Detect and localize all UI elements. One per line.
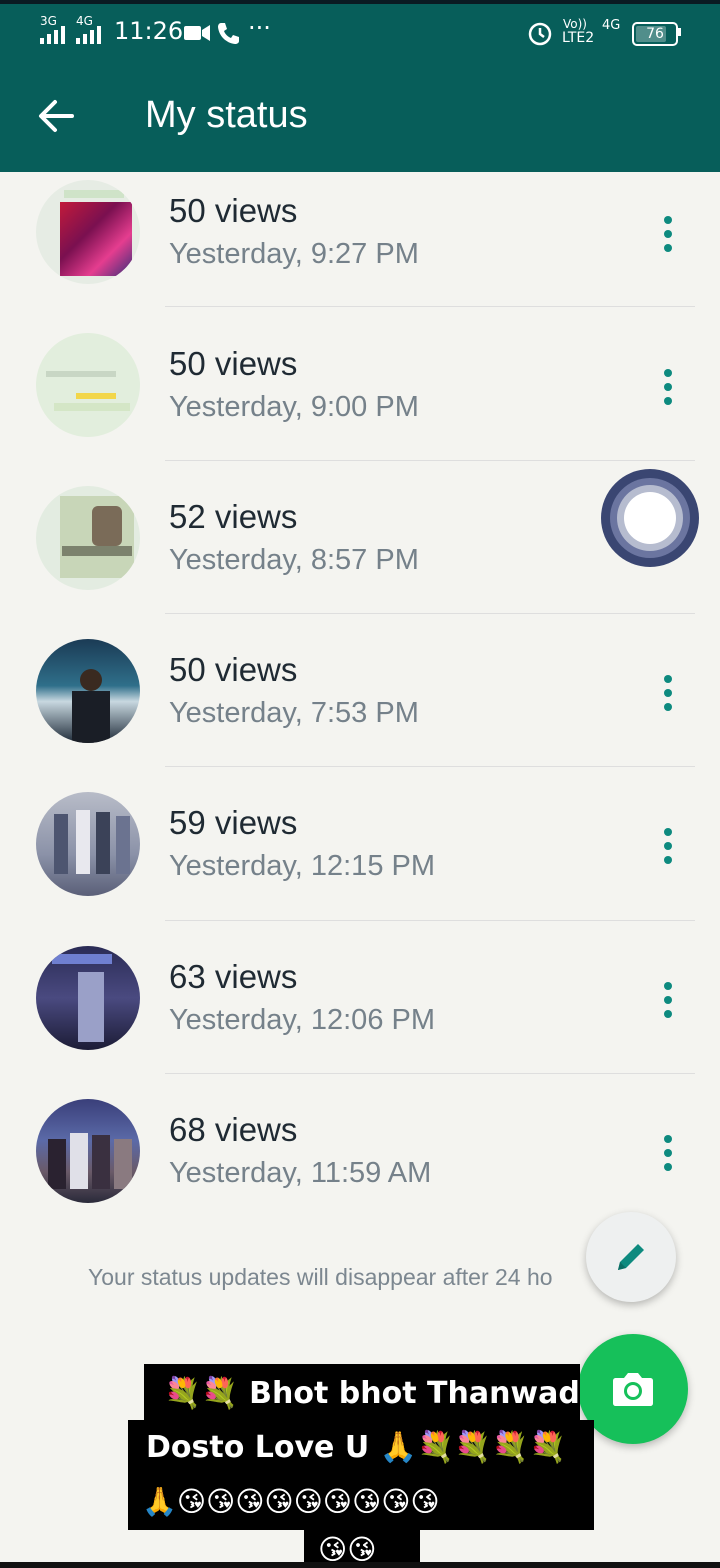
camera-icon: [613, 1373, 653, 1406]
view-count: 50 views: [169, 192, 298, 229]
more-options-button[interactable]: [648, 669, 688, 717]
view-count: 59 views: [169, 804, 298, 841]
status-thumbnail[interactable]: [36, 639, 140, 743]
battery-tip: [677, 28, 681, 36]
divider: [165, 920, 695, 921]
divider: [165, 613, 695, 614]
status-row[interactable]: 63 views Yesterday, 12:06 PM: [0, 938, 720, 1091]
page-title: My status: [145, 94, 308, 136]
more-options-button[interactable]: [648, 363, 688, 411]
caption-line-2: Dosto Love U 🙏💐💐💐💐: [128, 1420, 594, 1476]
view-count: 50 views: [169, 345, 298, 382]
more-options-button[interactable]: [648, 976, 688, 1024]
view-count: 63 views: [169, 958, 298, 995]
status-thumbnail[interactable]: [36, 333, 140, 437]
status-row[interactable]: 50 views Yesterday, 9:00 PM: [0, 325, 720, 478]
more-notifications-icon: ···: [248, 14, 271, 42]
status-time: Yesterday, 9:27 PM: [169, 238, 419, 270]
battery-icon: 76: [632, 22, 678, 46]
caption-line-1: 💐💐 Bhot bhot Thanwad: [144, 1364, 580, 1424]
status-thumbnail[interactable]: [36, 486, 140, 590]
network-type-2: 4G: [76, 14, 93, 28]
text-status-button[interactable]: [586, 1212, 676, 1302]
status-thumbnail[interactable]: [36, 792, 140, 896]
network-type-3: 4G: [602, 18, 621, 33]
view-count: 52 views: [169, 498, 298, 535]
battery-level: 76: [646, 26, 664, 42]
disappear-notice: Your status updates will disappear after…: [88, 1264, 553, 1290]
lte-label: LTE2: [562, 30, 595, 46]
status-thumbnail[interactable]: [36, 1099, 140, 1203]
clock: 11:26: [114, 17, 184, 45]
camera-status-button[interactable]: [578, 1334, 688, 1444]
status-time: Yesterday, 7:53 PM: [169, 697, 419, 729]
divider: [165, 306, 695, 307]
video-call-icon: [184, 25, 210, 41]
status-time: Yesterday, 12:06 PM: [169, 1004, 435, 1036]
more-options-button[interactable]: [648, 1129, 688, 1177]
status-thumbnail[interactable]: [36, 946, 140, 1050]
status-time: Yesterday, 8:57 PM: [169, 544, 419, 576]
status-row[interactable]: 50 views Yesterday, 7:53 PM: [0, 631, 720, 784]
pencil-icon: [618, 1244, 644, 1270]
system-status-bar: 3G 4G 11:26 ··· Vo)) LTE2 4G 76: [0, 0, 720, 60]
app-bar: My status: [0, 60, 720, 172]
arrow-left-icon: [39, 100, 74, 132]
divider: [165, 1073, 695, 1074]
divider: [165, 766, 695, 767]
phone-call-icon: [218, 23, 239, 44]
network-type-1: 3G: [40, 14, 57, 28]
status-row[interactable]: 59 views Yesterday, 12:15 PM: [0, 784, 720, 937]
divider: [165, 460, 695, 461]
status-thumbnail[interactable]: [36, 180, 140, 284]
caption-line-3: 🙏😘😘😘😘😘😘😘😘😘: [128, 1474, 594, 1530]
view-count: 50 views: [169, 651, 298, 688]
back-button[interactable]: [28, 88, 84, 144]
navigation-bar: [0, 1562, 720, 1568]
status-time: Yesterday, 12:15 PM: [169, 850, 435, 882]
status-time: Yesterday, 11:59 AM: [169, 1157, 432, 1189]
more-options-button[interactable]: [648, 822, 688, 870]
alarm-icon: [528, 22, 552, 46]
status-time: Yesterday, 9:00 PM: [169, 391, 419, 423]
status-bar-edge: [0, 0, 720, 4]
more-options-button[interactable]: [648, 210, 688, 258]
volte-label: Vo)): [563, 17, 587, 31]
status-row[interactable]: 50 views Yesterday, 9:27 PM: [0, 172, 720, 325]
touch-indicator-icon: [601, 469, 699, 567]
view-count: 68 views: [169, 1111, 298, 1148]
